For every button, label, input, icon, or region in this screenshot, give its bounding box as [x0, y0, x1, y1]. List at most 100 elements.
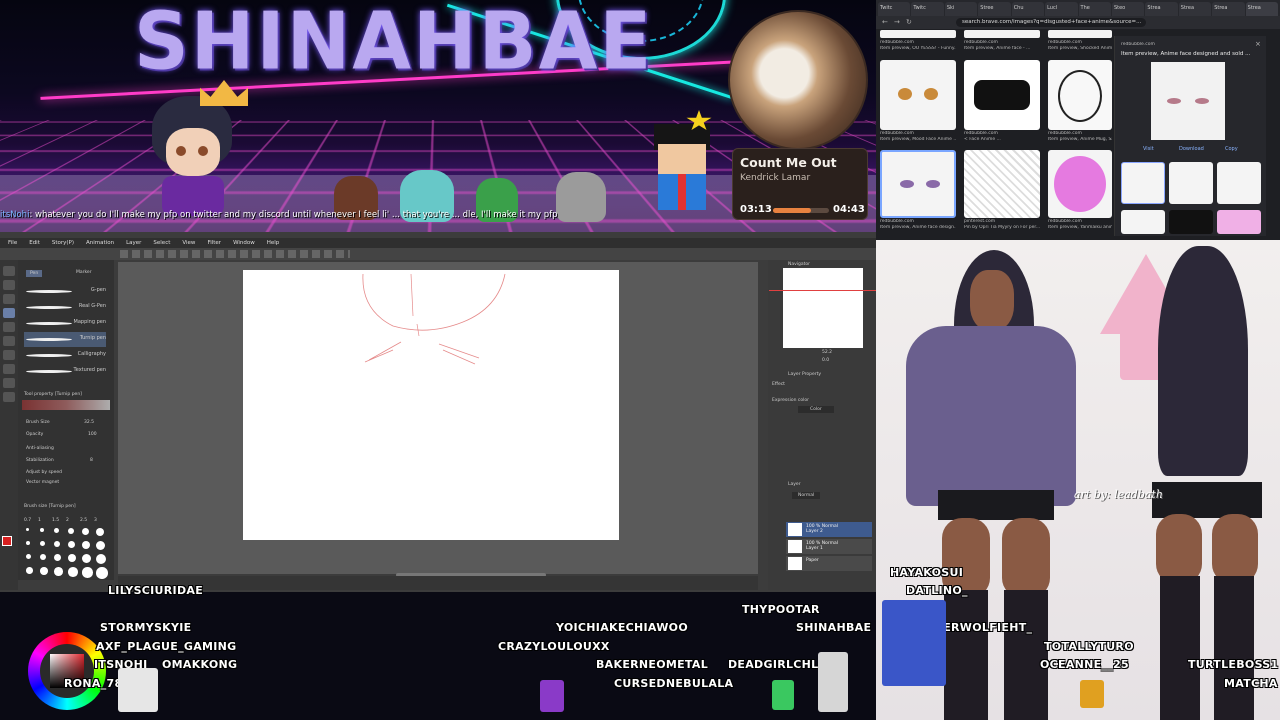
result-image[interactable] — [880, 60, 956, 130]
menu-item[interactable]: Layer — [126, 240, 141, 246]
brush-size-preset[interactable] — [26, 528, 29, 531]
rotation-value[interactable]: 0.0 — [822, 358, 829, 363]
drawing-canvas[interactable] — [243, 270, 619, 540]
result-image[interactable] — [1048, 150, 1112, 218]
copy-button[interactable]: Copy — [1225, 146, 1238, 152]
brush-preset[interactable]: G-pen — [24, 284, 106, 299]
brush-size-preset[interactable] — [82, 541, 91, 550]
browser-tab[interactable]: Strea — [1145, 2, 1178, 16]
tool-button[interactable] — [3, 322, 15, 332]
brush-size-preset[interactable] — [68, 528, 74, 534]
tool-button[interactable] — [3, 364, 15, 374]
opacity-value[interactable]: 100 — [88, 432, 97, 437]
browser-tab[interactable]: Lucl — [1045, 2, 1078, 16]
browser-tab[interactable]: Ski — [944, 2, 978, 16]
brush-preset[interactable]: Turnip pen — [24, 332, 106, 347]
browser-tab[interactable]: Twitc — [878, 2, 911, 16]
tool-button[interactable] — [3, 294, 15, 304]
brush-size-preset[interactable] — [68, 567, 78, 577]
brush-size-value[interactable]: 32.5 — [84, 420, 94, 425]
result-caption[interactable]: Item preview, OU YESSS! - Funny... — [880, 46, 956, 51]
tool-button[interactable] — [3, 308, 15, 318]
menu-item[interactable]: Story(P) — [52, 240, 74, 246]
browser-tab[interactable]: Strea — [1212, 2, 1245, 16]
brush-preset[interactable]: Real G-Pen — [24, 300, 106, 315]
brush-size-preset[interactable] — [40, 567, 48, 575]
menu-item[interactable]: Animation — [86, 240, 114, 246]
brush-size-preset[interactable] — [54, 541, 61, 548]
layer-row[interactable]: Paper — [786, 556, 872, 571]
result-image[interactable] — [880, 150, 956, 218]
brush-preset[interactable]: Textured pen — [24, 364, 106, 379]
result-caption[interactable]: Item preview, Yanmaiku anime... — [1048, 225, 1112, 230]
result-caption[interactable]: < Face Anime ... — [964, 137, 1040, 142]
browser-tab[interactable]: Chu — [1011, 2, 1045, 16]
menu-item[interactable]: Window — [233, 240, 255, 246]
menu-item[interactable]: View — [182, 240, 195, 246]
brush-size-preset[interactable] — [68, 541, 76, 549]
browser-tab[interactable]: Stree — [978, 2, 1011, 16]
result-image[interactable] — [964, 60, 1040, 130]
result-caption[interactable]: Item preview, Mood Face Anime ... — [880, 137, 956, 142]
brush-size-preset[interactable] — [54, 528, 59, 533]
back-icon[interactable]: ← — [882, 18, 888, 26]
color-wheel[interactable] — [28, 632, 106, 710]
brush-size-preset[interactable] — [40, 554, 47, 561]
brush-size-preset[interactable] — [68, 554, 77, 563]
brush-size-preset[interactable] — [82, 567, 93, 578]
navigator-preview[interactable] — [769, 268, 876, 348]
expression-color-select[interactable]: Color — [798, 406, 834, 413]
brush-size-preset[interactable] — [54, 554, 62, 562]
brush-size-preset[interactable] — [96, 541, 106, 551]
close-icon[interactable]: × — [1255, 40, 1261, 48]
result-caption[interactable]: Item preview, Anime Mug, Sar... — [1048, 137, 1112, 142]
url-field[interactable]: search.brave.com/images?q=disgusted+face… — [956, 18, 1146, 27]
main-color-swatch[interactable] — [2, 536, 12, 546]
brush-size-preset[interactable] — [54, 567, 63, 576]
browser-tab[interactable]: Steo — [1111, 2, 1145, 16]
brush-size-preset[interactable] — [26, 554, 32, 560]
layer-row[interactable]: 100 % Normal Layer 2 — [786, 522, 872, 537]
tool-button[interactable] — [3, 336, 15, 346]
subtool-tab-marker[interactable]: Marker — [76, 270, 92, 275]
visit-button[interactable]: Visit — [1143, 146, 1154, 152]
blend-mode-select[interactable]: Normal — [792, 492, 821, 499]
forward-icon[interactable]: → — [894, 18, 900, 26]
menu-item[interactable]: Edit — [29, 240, 40, 246]
zoom-value[interactable]: 52.2 — [822, 350, 832, 355]
brush-size-preset[interactable] — [96, 554, 107, 565]
brush-size-preset[interactable] — [40, 528, 44, 532]
layer-row[interactable]: 100 % Normal Layer 1 — [786, 539, 872, 554]
brush-size-preset[interactable] — [96, 567, 108, 579]
menu-item[interactable]: Filter — [207, 240, 221, 246]
brush-size-preset[interactable] — [40, 541, 46, 547]
tool-button[interactable] — [3, 266, 15, 276]
browser-tab[interactable]: Strea — [1178, 2, 1212, 16]
brush-preset[interactable]: Calligraphy — [24, 348, 106, 363]
result-image[interactable] — [964, 150, 1040, 218]
result-image[interactable] — [1048, 60, 1112, 130]
menu-item[interactable]: Select — [153, 240, 170, 246]
subtool-tab-pen[interactable]: Pen — [26, 270, 43, 277]
brush-size-preset[interactable] — [82, 528, 89, 535]
menu-item[interactable]: Help — [267, 240, 280, 246]
result-caption[interactable]: Item preview, Shocked Anime... — [1048, 46, 1112, 51]
result-caption[interactable]: Pin by Opri Tia Myyry on For per... — [964, 225, 1040, 230]
adjust-speed-checkbox[interactable]: Adjust by speed — [26, 470, 62, 475]
browser-tab[interactable]: Twitc — [911, 2, 944, 16]
brush-size-preset[interactable] — [82, 554, 92, 564]
brush-size-preset[interactable] — [26, 567, 33, 574]
stabilization-value[interactable]: 8 — [90, 458, 93, 463]
brush-preset[interactable]: Mapping pen — [24, 316, 106, 331]
tool-button[interactable] — [3, 350, 15, 360]
tool-button[interactable] — [3, 392, 15, 402]
tool-button[interactable] — [3, 280, 15, 290]
menu-item[interactable]: File — [8, 240, 17, 246]
tool-button[interactable] — [3, 378, 15, 388]
result-caption[interactable]: Item preview, Anime face design... — [880, 225, 956, 230]
result-caption[interactable]: Item preview, Anime face - ... — [964, 46, 1040, 51]
browser-tab[interactable]: The — [1078, 2, 1111, 16]
download-button[interactable]: Download — [1179, 146, 1204, 152]
brush-size-preset[interactable] — [96, 528, 104, 536]
browser-tab[interactable]: Strea — [1245, 2, 1279, 16]
